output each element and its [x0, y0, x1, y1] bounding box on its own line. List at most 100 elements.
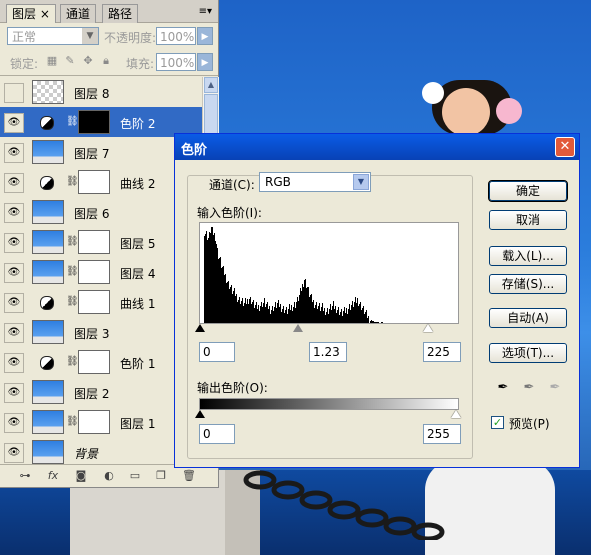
layer-row[interactable]: 👁︎ ⛓ 曲线 1	[0, 287, 202, 318]
load-button[interactable]: 载入(L)...	[489, 246, 567, 266]
visibility-eye-icon[interactable]: 👁︎	[4, 323, 24, 343]
layer-thumbnail[interactable]	[32, 200, 64, 224]
layer-row[interactable]: 👁︎ ⛓ 曲线 2	[0, 167, 202, 198]
layer-row[interactable]: 👁︎ ⛓ 图层 5	[0, 227, 202, 258]
visibility-eye-icon[interactable]: 👁︎	[4, 233, 24, 253]
gray-eyedropper-icon[interactable]: ✒	[521, 380, 537, 396]
mask-thumbnail[interactable]	[78, 410, 110, 434]
layer-thumbnail[interactable]	[32, 410, 64, 434]
save-button[interactable]: 存储(S)...	[489, 274, 567, 294]
link-icon[interactable]: ⛓	[66, 176, 79, 187]
mask-icon[interactable]: ◙	[72, 469, 90, 483]
layer-thumbnail[interactable]	[32, 440, 64, 464]
link-icon[interactable]: ⊶	[16, 469, 34, 483]
scroll-up-icon[interactable]: ▲	[204, 77, 218, 93]
new-layer-icon[interactable]: ❐	[152, 469, 170, 483]
layer-row[interactable]: 👁︎ 图层 3	[0, 317, 202, 348]
visibility-eye-icon[interactable]: 👁︎	[4, 293, 24, 313]
layer-row[interactable]: 👁︎ 图层 6	[0, 197, 202, 228]
layer-thumbnail[interactable]	[78, 290, 110, 314]
lock-transparency-icon[interactable]: ▦	[46, 55, 58, 67]
preview-checkbox[interactable]: ✓	[491, 416, 504, 429]
trash-icon[interactable]: 🗑︎	[180, 469, 198, 483]
output-white-handle[interactable]	[451, 410, 461, 418]
tab-layers[interactable]: 图层 ×	[6, 4, 56, 23]
layer-thumbnail[interactable]	[32, 80, 64, 104]
adjustment-icon[interactable]: ◐	[100, 469, 118, 483]
input-slider[interactable]	[195, 324, 459, 336]
layer-thumbnail[interactable]	[78, 350, 110, 374]
link-icon[interactable]: ⛓	[66, 236, 79, 247]
opacity-input[interactable]: 100%	[156, 27, 196, 45]
mask-thumbnail[interactable]	[78, 230, 110, 254]
layer-row[interactable]: 👁︎ ⛓ 色阶 1	[0, 347, 202, 378]
layer-row[interactable]: 👁︎ ⛓ 色阶 2	[0, 107, 202, 138]
black-eyedropper-icon[interactable]: ✒	[495, 380, 511, 396]
link-icon[interactable]: ⛓	[66, 116, 79, 127]
layer-name: 图层 3	[74, 327, 110, 341]
fill-value: 100%	[160, 56, 195, 70]
input-gamma-field[interactable]: 1.23	[309, 342, 347, 362]
blend-mode-select[interactable]: 正常 ▼	[7, 27, 99, 45]
channel-select[interactable]: RGB ▼	[259, 172, 371, 192]
fill-input[interactable]: 100%	[156, 53, 196, 71]
ok-button[interactable]: 确定	[488, 180, 568, 202]
visibility-eye-icon[interactable]: 👁︎	[4, 143, 24, 163]
visibility-eye-icon[interactable]: 👁︎	[4, 443, 24, 463]
panel-menu-icon[interactable]: ≡▾	[199, 6, 212, 17]
visibility-eye-icon[interactable]: 👁︎	[4, 113, 24, 133]
link-icon[interactable]: ⛓	[66, 266, 79, 277]
folder-icon[interactable]: ▭	[126, 469, 144, 483]
input-black-field[interactable]: 0	[199, 342, 235, 362]
input-gamma-handle[interactable]	[293, 324, 303, 332]
options-button[interactable]: 选项(T)...	[489, 343, 567, 363]
input-white-field[interactable]: 225	[423, 342, 461, 362]
lock-all-icon[interactable]: 🔒︎	[100, 55, 112, 67]
link-icon[interactable]: ⛓	[66, 356, 79, 367]
close-button[interactable]: ✕	[555, 137, 575, 157]
output-black-field[interactable]: 0	[199, 424, 235, 444]
lock-fill-row: 锁定: ▦ ✎ ✥ 🔒︎ 填充: 100% ▶	[0, 49, 218, 76]
mask-thumbnail[interactable]	[78, 260, 110, 284]
input-white-handle[interactable]	[423, 324, 433, 332]
auto-button[interactable]: 自动(A)	[489, 308, 567, 328]
fx-icon[interactable]: fx	[44, 469, 62, 483]
visibility-eye-icon[interactable]: 👁︎	[4, 173, 24, 193]
visibility-eye-icon[interactable]: 👁︎	[4, 263, 24, 283]
lock-move-icon[interactable]: ✥	[82, 55, 94, 67]
visibility-eye-icon[interactable]	[4, 83, 24, 103]
white-eyedropper-icon[interactable]: ✒	[547, 380, 563, 396]
output-black-handle[interactable]	[195, 410, 205, 418]
visibility-eye-icon[interactable]: 👁︎	[4, 203, 24, 223]
tab-paths[interactable]: 路径	[102, 4, 139, 23]
layer-row[interactable]: 👁︎ 图层 7	[0, 137, 202, 168]
lock-brush-icon[interactable]: ✎	[64, 55, 76, 67]
layer-row[interactable]: 图层 8	[0, 77, 202, 108]
input-white-value: 225	[427, 345, 450, 359]
blend-opacity-row: 正常 ▼ 不透明度: 100% ▶	[0, 23, 218, 49]
link-icon[interactable]: ⛓	[66, 296, 79, 307]
tab-channels-label: 通道	[66, 7, 91, 21]
output-slider[interactable]	[195, 410, 461, 422]
link-icon[interactable]: ⛓	[66, 416, 79, 427]
layer-thumbnail[interactable]	[32, 320, 64, 344]
cancel-button[interactable]: 取消	[489, 210, 567, 230]
layer-row[interactable]: 👁︎ ⛓ 图层 1	[0, 407, 202, 438]
layer-thumbnail[interactable]	[32, 260, 64, 284]
fill-slider-button[interactable]: ▶	[197, 53, 213, 71]
layer-thumbnail[interactable]	[78, 170, 110, 194]
visibility-eye-icon[interactable]: 👁︎	[4, 383, 24, 403]
layer-row[interactable]: 👁︎ 图层 2	[0, 377, 202, 408]
input-black-handle[interactable]	[195, 324, 205, 332]
layer-thumbnail[interactable]	[32, 230, 64, 254]
layer-thumbnail[interactable]	[32, 140, 64, 164]
dialog-titlebar[interactable]: 色阶 ✕	[175, 134, 579, 160]
layer-thumbnail[interactable]	[32, 380, 64, 404]
layer-row[interactable]: 👁︎ ⛓ 图层 4	[0, 257, 202, 288]
opacity-slider-button[interactable]: ▶	[197, 27, 213, 45]
visibility-eye-icon[interactable]: 👁︎	[4, 413, 24, 433]
tab-channels[interactable]: 通道	[60, 4, 97, 23]
layer-thumbnail[interactable]	[78, 110, 110, 134]
visibility-eye-icon[interactable]: 👁︎	[4, 353, 24, 373]
output-white-field[interactable]: 255	[423, 424, 461, 444]
